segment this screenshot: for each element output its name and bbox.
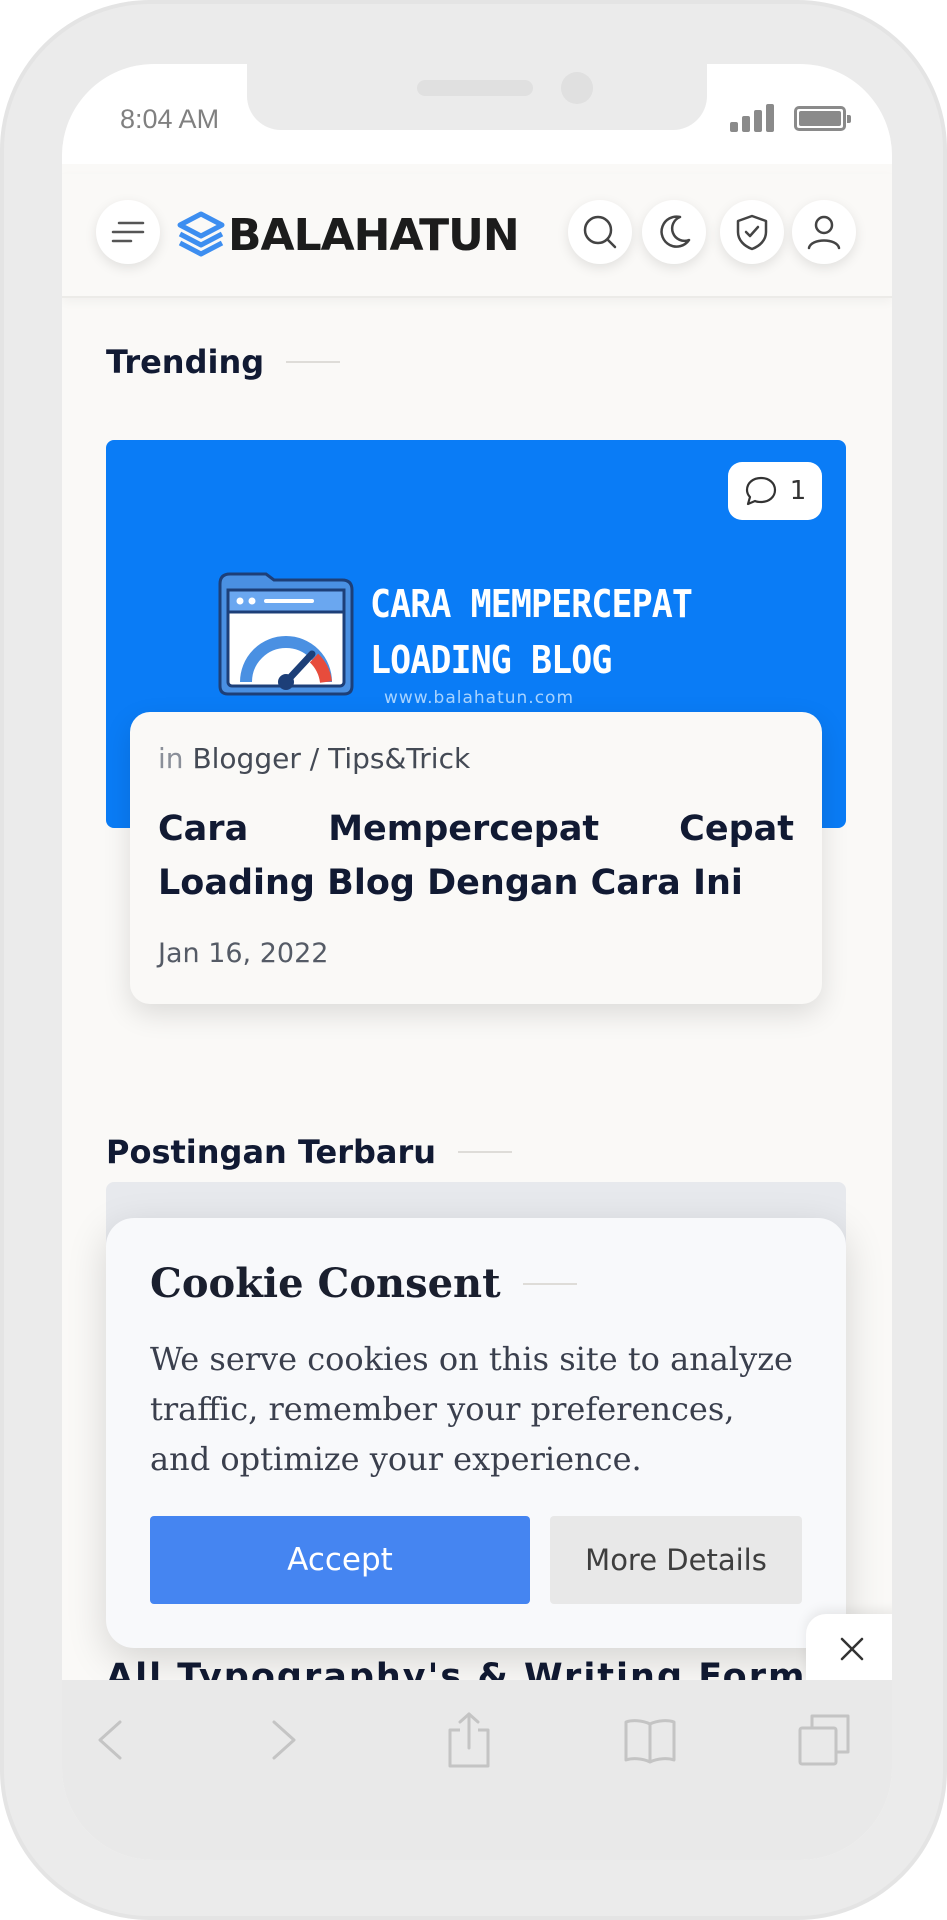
tabs-icon[interactable] (796, 1710, 852, 1770)
status-bar: 8:04 AM (62, 64, 892, 164)
comment-icon (745, 476, 776, 506)
comment-count: 1 (789, 476, 807, 506)
latest-heading: Postingan Terbaru (106, 1133, 513, 1171)
privacy-button[interactable] (720, 200, 784, 264)
browser-toolbar (62, 1680, 892, 1860)
category-link[interactable]: Blogger / Tips&Trick (192, 742, 470, 775)
cookie-consent-dialog: Cookie Consent We serve cookies on this … (106, 1218, 846, 1648)
post-category: in Blogger / Tips&Trick (158, 742, 470, 775)
phone-frame: 8:04 AM BALAHATUN Trending 1 CARA MEMPER… (0, 0, 947, 1920)
speed-browser-icon (218, 572, 354, 696)
trending-title: Trending (106, 343, 265, 381)
speaker (417, 80, 533, 96)
heading-rule (286, 361, 341, 363)
camera (561, 72, 593, 104)
close-icon (840, 1637, 864, 1661)
heading-rule (458, 1151, 513, 1153)
latest-title: Postingan Terbaru (106, 1133, 437, 1171)
category-prefix: in (158, 742, 184, 775)
accept-button[interactable]: Accept (150, 1516, 530, 1604)
image-text-line1: CARA MEMPERCEPAT (370, 582, 693, 626)
post-date: Jan 16, 2022 (158, 938, 329, 969)
image-url-text: www.balahatun.com (384, 688, 575, 708)
forward-icon[interactable] (264, 1710, 304, 1770)
user-icon (807, 215, 841, 250)
site-header: BALAHATUN (62, 174, 892, 298)
comment-count-badge[interactable]: 1 (728, 462, 822, 520)
signal-icon (730, 104, 776, 132)
dark-mode-button[interactable] (642, 200, 706, 264)
screen: 8:04 AM BALAHATUN Trending 1 CARA MEMPER… (62, 64, 892, 1860)
moon-icon (660, 215, 691, 248)
cookie-text: We serve cookies on this site to analyze… (150, 1340, 793, 1478)
notch (247, 64, 707, 130)
status-time: 8:04 AM (120, 104, 220, 134)
bookmarks-icon[interactable] (622, 1710, 678, 1770)
search-icon (583, 215, 617, 249)
brand-name: BALAHATUN (228, 209, 520, 261)
logo-icon (177, 211, 225, 257)
account-button[interactable] (792, 200, 856, 264)
heading-rule (522, 1282, 577, 1285)
menu-icon (111, 221, 145, 243)
trending-heading: Trending (106, 343, 341, 381)
shield-check-icon (736, 214, 768, 251)
cookie-title-text: Cookie Consent (150, 1260, 501, 1307)
trending-post-card[interactable]: in Blogger / Tips&Trick Cara Mempercepat… (130, 712, 822, 1004)
search-button[interactable] (568, 200, 632, 264)
close-button[interactable] (806, 1614, 892, 1684)
menu-button[interactable] (96, 200, 160, 264)
cookie-title: Cookie Consent (150, 1260, 577, 1307)
post-title[interactable]: Cara Mempercepat Cepat Loading Blog Deng… (158, 802, 794, 910)
share-icon[interactable] (444, 1710, 494, 1770)
battery-icon (794, 106, 851, 131)
more-details-button[interactable]: More Details (550, 1516, 802, 1604)
site-logo[interactable]: BALAHATUN (176, 209, 520, 261)
back-icon[interactable] (90, 1710, 130, 1770)
image-text-line2: LOADING BLOG (370, 638, 612, 682)
